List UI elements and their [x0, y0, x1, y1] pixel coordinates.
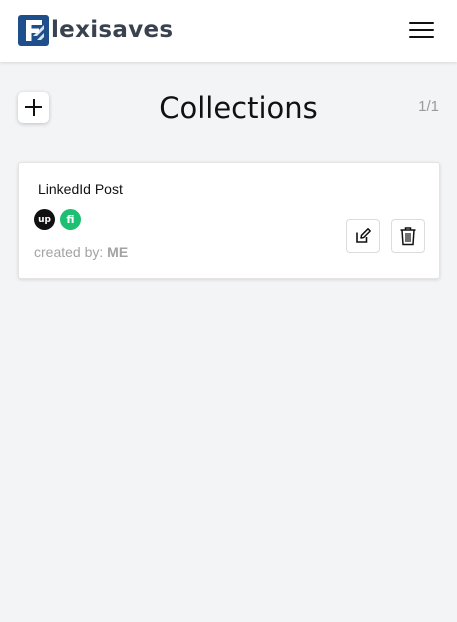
collections-header: Collections 1/1 [0, 88, 457, 128]
fiverr-icon: fi [60, 209, 81, 230]
brand-logo[interactable]: lexisaves [18, 15, 173, 46]
edit-button[interactable] [346, 219, 380, 253]
upwork-icon: up [34, 209, 55, 230]
created-by: created by: ME [34, 244, 128, 260]
page-indicator: 1/1 [418, 98, 439, 115]
collection-title[interactable]: LinkedId Post [38, 181, 123, 197]
platform-icons: up fi [34, 209, 81, 230]
created-by-label: created by: [34, 244, 104, 260]
page-title: Collections [159, 91, 318, 125]
created-by-value: ME [107, 244, 129, 260]
brand-name: lexisaves [51, 17, 174, 43]
flexisaves-logo-icon [18, 15, 49, 46]
collection-card[interactable]: LinkedId Post up fi created by: ME [18, 162, 440, 279]
trash-icon [400, 227, 416, 246]
pencil-square-icon [356, 228, 371, 243]
delete-button[interactable] [391, 219, 425, 253]
top-navbar: lexisaves [0, 0, 457, 62]
hamburger-menu-icon[interactable] [406, 19, 434, 41]
